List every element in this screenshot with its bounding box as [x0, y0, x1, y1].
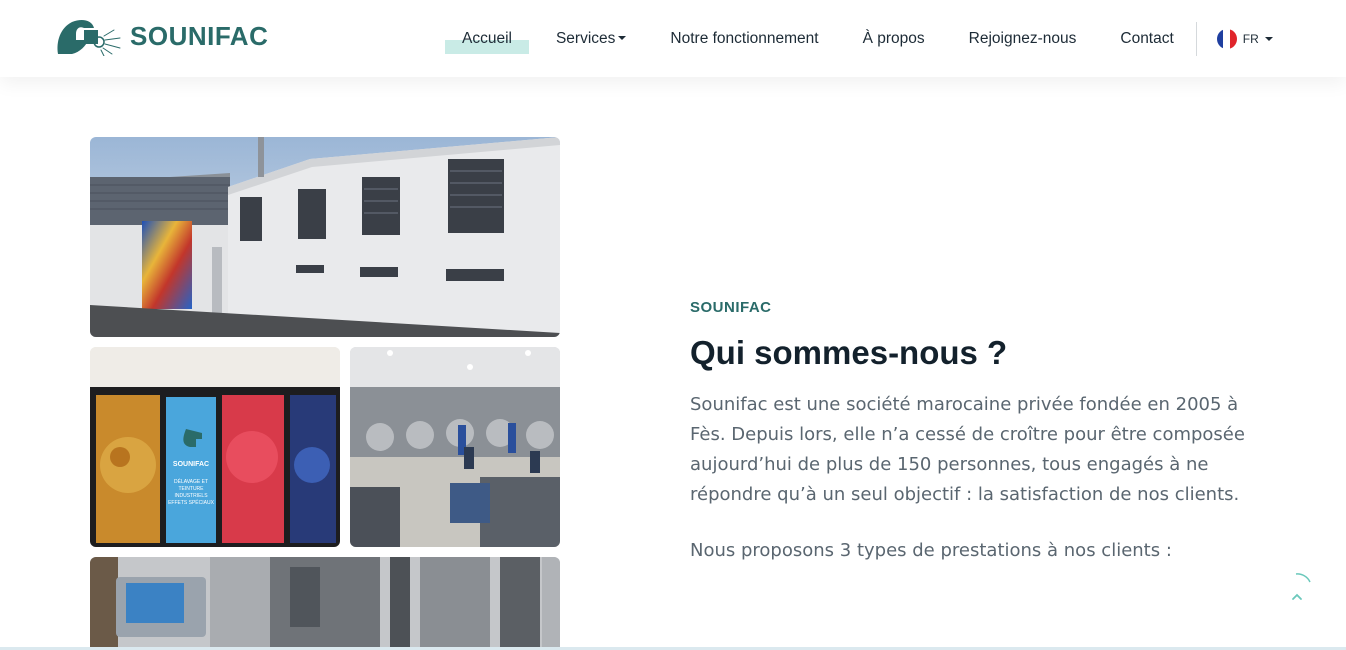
- section-eyebrow: SOUNIFAC: [690, 299, 772, 316]
- nav-item-label: Services: [555, 29, 616, 47]
- nav-item-label: Accueil: [462, 29, 512, 47]
- nav-item-a-propos[interactable]: À propos: [841, 30, 947, 48]
- section-title: Qui sommes-nous ?: [690, 334, 1008, 371]
- logo-link[interactable]: SOUNIFAC: [54, 16, 269, 57]
- nav-item-label: Contact: [1120, 29, 1174, 47]
- nav-item-label: À propos: [862, 29, 925, 47]
- nav-item-label: Notre fonctionnement: [670, 29, 819, 47]
- nav-item-accueil[interactable]: Accueil: [440, 29, 534, 54]
- shop-sign-brand: SOUNIFAC: [172, 461, 210, 468]
- nav-item-label: Rejoignez-nous: [968, 29, 1077, 47]
- nav-divider: [1195, 21, 1197, 56]
- chevron-up-icon: [1292, 573, 1311, 600]
- storefront-photo: SOUNIFAC DÉLAVAGE ET TEINTURE INDUSTRIEL…: [90, 347, 340, 547]
- nav-item-contact[interactable]: Contact: [1098, 30, 1195, 48]
- factory-floor-photo: [350, 347, 560, 547]
- shop-sign-tagline: DÉLAVAGE ET TEINTURE INDUSTRIELS EFFETS …: [168, 479, 214, 506]
- machine-photo: [90, 557, 560, 650]
- brand-name: SOUNIFAC: [130, 20, 269, 51]
- scroll-to-top-button[interactable]: [1280, 570, 1316, 610]
- building-photo: [90, 137, 560, 337]
- france-flag-icon: [1216, 28, 1237, 49]
- logo-icon: [54, 16, 124, 57]
- about-paragraph: Sounifac est une société marocaine privé…: [690, 394, 1245, 505]
- nav-item-services[interactable]: Services: [534, 30, 648, 48]
- nav-item-rejoignez-nous[interactable]: Rejoignez-nous: [947, 30, 1099, 48]
- caret-down-icon: [1264, 36, 1273, 41]
- services-intro: Nous proposons 3 types de prestations à …: [690, 540, 1172, 561]
- site-header: SOUNIFAC Accueil Services Notre fonction…: [0, 0, 1346, 77]
- language-code: FR: [1242, 31, 1259, 46]
- main-nav: Accueil Services Notre fonctionnement À …: [440, 0, 1273, 77]
- caret-down-icon: [618, 36, 627, 41]
- nav-item-notre-fonctionnement[interactable]: Notre fonctionnement: [648, 30, 840, 48]
- language-selector[interactable]: FR: [1216, 28, 1273, 49]
